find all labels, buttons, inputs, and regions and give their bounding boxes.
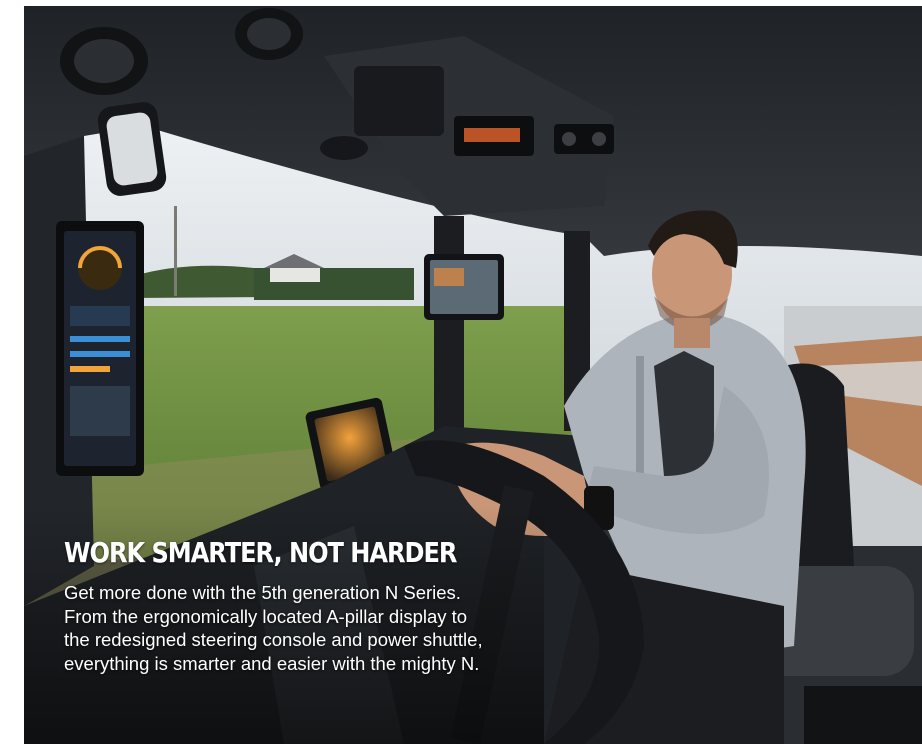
article-body: Get more done with the 5th generation N … — [64, 582, 483, 674]
article-headline: WORK SMARTER, NOT HARDER — [64, 536, 457, 569]
article-caption: WORK SMARTER, NOT HARDER Get more done w… — [64, 536, 494, 675]
